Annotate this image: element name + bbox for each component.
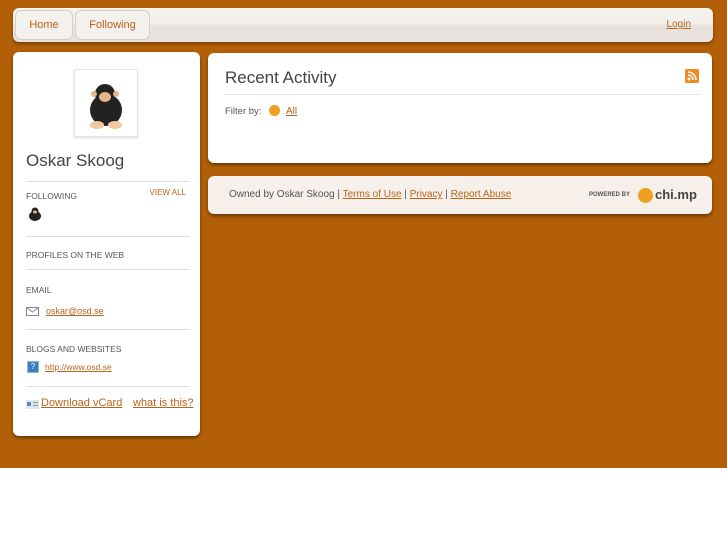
blogs-label: BLOGS AND WEBSITES [26, 344, 122, 354]
website-favicon-icon: ? [27, 361, 39, 373]
login-link[interactable]: Login [667, 19, 691, 30]
divider [26, 236, 190, 237]
what-is-this-link[interactable]: what is this? [133, 397, 194, 409]
website-link[interactable]: http://www.osd.se [45, 362, 112, 372]
separator: | [445, 189, 448, 200]
panel-title: Recent Activity [225, 68, 337, 87]
report-abuse-link[interactable]: Report Abuse [451, 189, 512, 200]
rss-icon[interactable] [685, 69, 699, 83]
envelope-icon [26, 307, 39, 316]
tab-following[interactable]: Following [75, 10, 150, 40]
vcard-icon [26, 400, 39, 409]
divider [224, 94, 700, 95]
divider [26, 329, 190, 330]
filter-all-link[interactable]: All [286, 106, 297, 117]
chimp-logo-icon [638, 188, 653, 203]
divider [26, 269, 190, 270]
powered-by-text: POWERED BY [589, 192, 631, 198]
filter-label: Filter by: [225, 106, 262, 117]
terms-link[interactable]: Terms of Use [343, 189, 402, 200]
following-label: FOLLOWING [26, 191, 78, 201]
divider [26, 181, 190, 182]
chimp-filter-icon[interactable] [269, 105, 280, 116]
profiles-label: PROFILES ON THE WEB [26, 250, 125, 260]
email-label: EMAIL [26, 285, 52, 295]
divider [26, 386, 190, 387]
download-vcard-link[interactable]: Download vCard [41, 397, 122, 409]
owned-by-text: Owned by Oskar Skoog [229, 189, 335, 200]
chimp-logo[interactable]: chi.mp [655, 187, 697, 202]
email-link[interactable]: oskar@osd.se [46, 306, 104, 316]
monkey-avatar-image [90, 84, 122, 129]
top-nav: Home Following Login [13, 8, 713, 42]
view-all-link[interactable]: VIEW ALL [150, 188, 186, 197]
tab-home[interactable]: Home [15, 10, 73, 40]
recent-activity-panel: Recent Activity Filter by: All [208, 53, 712, 163]
following-user-avatar[interactable] [27, 206, 43, 222]
avatar [74, 69, 138, 137]
profile-sidebar: Oskar Skoog FOLLOWING VIEW ALL PROFILES … [13, 52, 200, 436]
separator: | [337, 189, 340, 200]
footer: Owned by Oskar Skoog | Terms of Use | Pr… [208, 176, 712, 214]
privacy-link[interactable]: Privacy [410, 189, 443, 200]
profile-name: Oskar Skoog [26, 151, 125, 170]
separator: | [404, 189, 407, 200]
